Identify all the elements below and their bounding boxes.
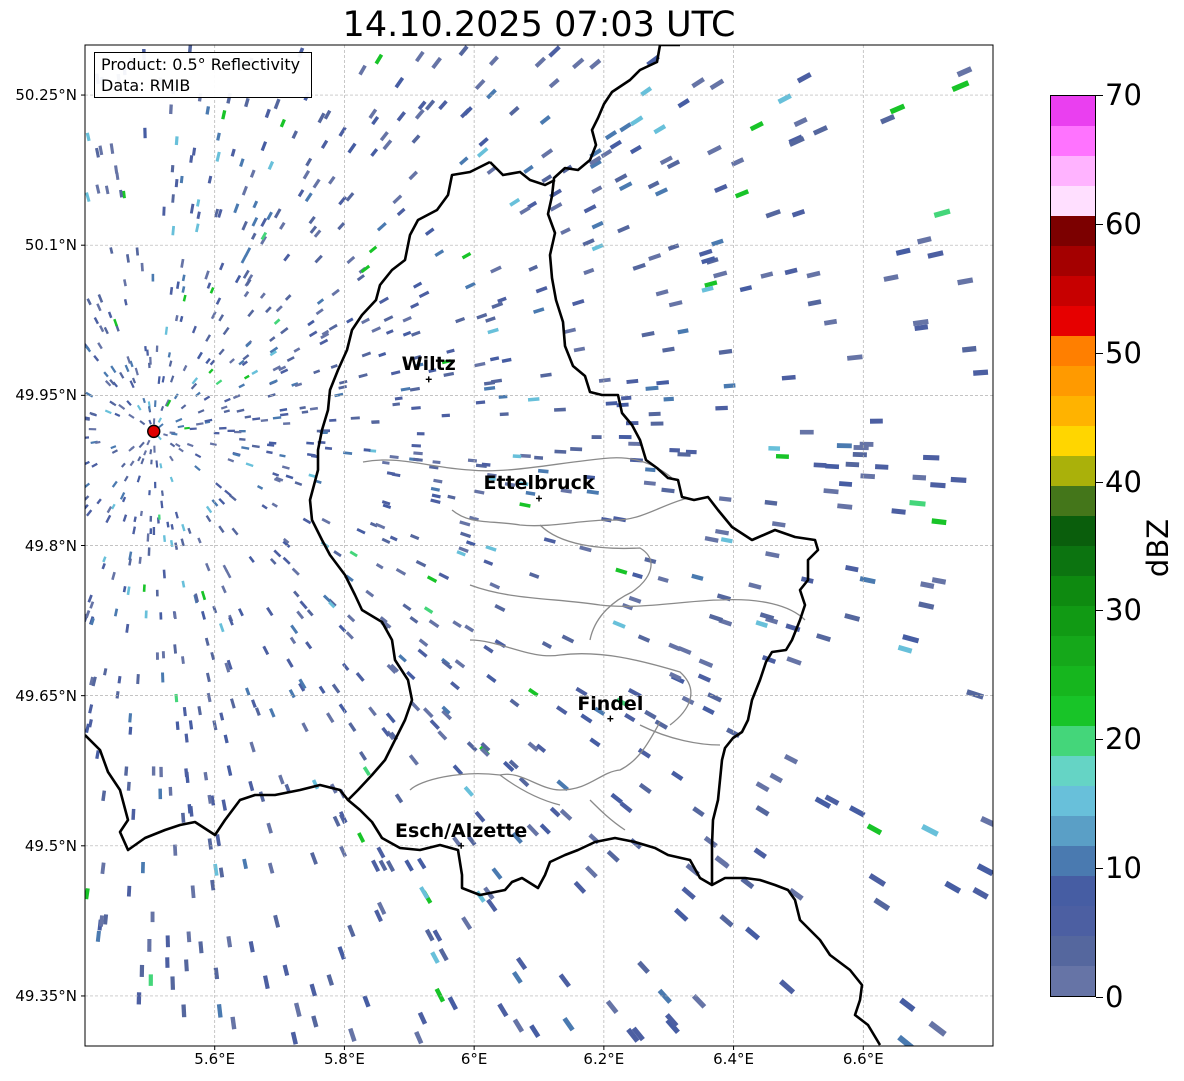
lon-tick-label: 5.8°E	[324, 1050, 365, 1068]
colorbar-tick	[1096, 95, 1103, 96]
colorbar-swatch	[1051, 606, 1095, 636]
colorbar-tick	[1096, 352, 1103, 354]
lat-tick-label: 50.1°N	[24, 236, 77, 255]
lat-tick-label: 49.95°N	[15, 386, 77, 405]
lon-tick-label: 6.6°E	[842, 1050, 884, 1068]
colorbar-tick-label: 0	[1105, 980, 1124, 1014]
colorbar-swatch	[1051, 216, 1095, 246]
colorbar-tick	[1096, 610, 1103, 612]
colorbar-swatch	[1051, 666, 1095, 696]
internal-boundaries	[362, 457, 806, 831]
colorbar-swatch	[1051, 396, 1095, 426]
colorbar-tick-label: 60	[1105, 206, 1142, 241]
colorbar-tick	[1096, 739, 1103, 741]
colorbar-tick-label: 20	[1105, 722, 1142, 757]
lat-tick-label: 49.5°N	[24, 836, 77, 855]
colorbar-swatch	[1051, 816, 1095, 846]
radar-site-marker[interactable]	[147, 424, 161, 439]
reflectivity-echoes	[85, 45, 993, 1046]
lat-tick-label: 50.25°N	[15, 86, 77, 105]
colorbar-swatch	[1051, 366, 1095, 396]
lat-tick-label: 49.35°N	[15, 986, 77, 1005]
lat-tick-label: 49.8°N	[24, 536, 77, 555]
product-label: Product: 0.5° Reflectivity	[101, 55, 301, 74]
colorbar-swatch	[1051, 636, 1095, 666]
colorbar-unit-label: dBZ	[1141, 518, 1175, 578]
colorbar-swatch	[1051, 306, 1095, 336]
colorbar-swatch	[1051, 276, 1095, 306]
colorbar-swatch	[1051, 516, 1095, 546]
colorbar-tick	[1096, 223, 1103, 225]
colorbar-tick-label: 50	[1105, 335, 1142, 370]
colorbar-swatch	[1051, 726, 1095, 756]
colorbar-swatch	[1051, 426, 1095, 456]
city-label: Findel	[577, 692, 644, 715]
lon-tick-label: 5.6°E	[194, 1050, 236, 1068]
colorbar-swatch	[1051, 156, 1095, 186]
colorbar-swatch	[1051, 846, 1095, 876]
colorbar-swatch	[1051, 756, 1095, 786]
country-borders	[546, 45, 882, 1046]
colorbar-swatch	[1051, 576, 1095, 606]
lon-tick-label: 6.2°E	[583, 1050, 625, 1068]
colorbar-swatch	[1051, 246, 1095, 276]
colorbar-swatch	[1051, 186, 1095, 216]
luxembourg-west-border	[308, 160, 713, 897]
colorbar-swatch	[1051, 906, 1095, 936]
lon-tick-label: 6°E	[460, 1050, 488, 1068]
colorbar-swatch	[1051, 456, 1095, 486]
colorbar-tick	[1096, 997, 1103, 998]
colorbar-tick-label: 10	[1105, 851, 1142, 886]
colorbar-swatch	[1051, 966, 1095, 996]
city-label: Esch/Alzette	[395, 819, 528, 842]
axis-ticks	[81, 94, 864, 1050]
city-markers	[425, 376, 614, 849]
colorbar-swatch	[1051, 696, 1095, 726]
data-source-label: Data: RMIB	[101, 76, 191, 95]
colorbar-tick-label: 30	[1105, 593, 1142, 628]
product-info-box: Product: 0.5° Reflectivity Data: RMIB	[94, 52, 312, 98]
radar-map[interactable]	[0, 0, 1184, 1081]
colorbar-swatch	[1051, 126, 1095, 156]
colorbar-tick	[1096, 481, 1103, 483]
colorbar-tick-label: 40	[1105, 464, 1142, 499]
city-marker	[536, 495, 542, 502]
graticule	[85, 45, 993, 1046]
colorbar-tick	[1096, 868, 1103, 870]
city-marker	[425, 376, 432, 383]
colorbar-swatch	[1051, 936, 1095, 966]
city-label: Wiltz	[401, 353, 456, 376]
city-label: Ettelbruck	[483, 472, 595, 495]
colorbar	[1050, 95, 1096, 997]
belgium-france-border	[85, 734, 350, 852]
colorbar-swatch	[1051, 486, 1095, 516]
colorbar-tick-label: 70	[1105, 78, 1142, 112]
city-marker	[607, 715, 614, 722]
colorbar-swatch	[1051, 96, 1095, 126]
colorbar-swatch	[1051, 336, 1095, 366]
colorbar-swatch	[1051, 786, 1095, 816]
lat-tick-label: 49.65°N	[15, 686, 77, 705]
colorbar-swatch	[1051, 876, 1095, 906]
colorbar-swatch	[1051, 546, 1095, 576]
lon-tick-label: 6.4°E	[713, 1050, 754, 1068]
